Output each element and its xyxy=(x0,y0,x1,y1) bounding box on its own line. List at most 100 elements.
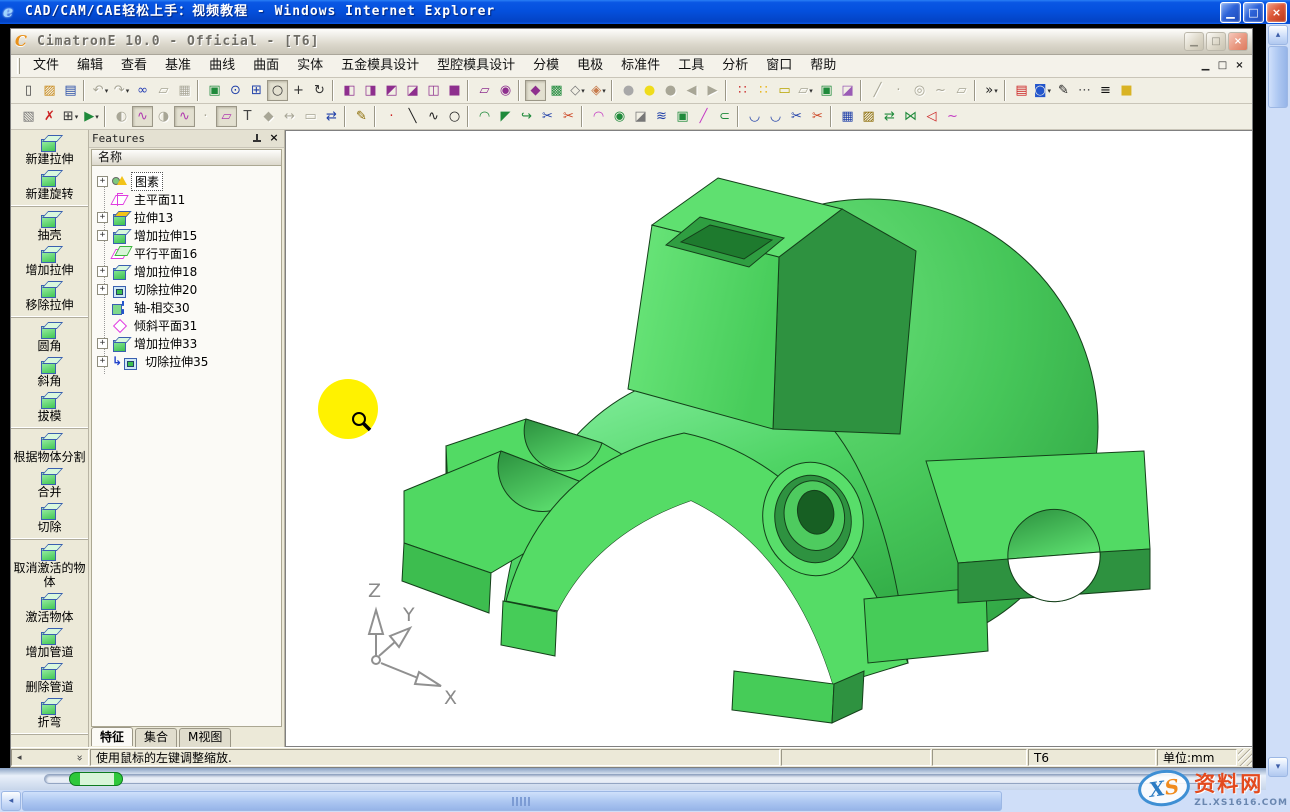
pan-icon[interactable]: + xyxy=(288,80,309,101)
view-top-icon[interactable]: ◩ xyxy=(381,80,402,101)
model-3d-view[interactable]: Z Y X xyxy=(286,131,1252,747)
expand-toggle-icon[interactable]: + xyxy=(97,176,108,187)
sketcher-frame-icon[interactable]: ▧ xyxy=(18,106,39,127)
tree-item-parallel-plane-16[interactable]: 平行平面16 xyxy=(96,244,281,262)
menu-view[interactable]: 查看 xyxy=(112,55,156,77)
tab-sets[interactable]: 集合 xyxy=(135,728,177,747)
app-minimize-button[interactable]: ▁ xyxy=(1184,32,1204,51)
transparent-display-icon[interactable]: ◈▾ xyxy=(588,80,609,101)
revolve-surface-icon[interactable]: ◉ xyxy=(609,106,630,127)
sidebar-item-fillet[interactable]: 圆角 xyxy=(11,319,88,354)
dropdown-arrow-icon[interactable]: ▾ xyxy=(1048,87,1052,95)
dropdown-arrow-icon[interactable]: ▾ xyxy=(602,87,606,95)
transform-move-icon[interactable]: ▦ xyxy=(837,106,858,127)
line-width-icon[interactable]: ≡ xyxy=(1095,80,1116,101)
sidebar-item-add-extrude[interactable]: 增加拉伸 xyxy=(11,243,88,278)
view-right-icon[interactable]: ◪ xyxy=(402,80,423,101)
expand-toggle-icon[interactable]: + xyxy=(97,266,108,277)
horizontal-scroll-thumb[interactable] xyxy=(22,791,1002,811)
view-front-icon[interactable]: ◨ xyxy=(360,80,381,101)
split-surface-icon[interactable]: ✂ xyxy=(786,106,807,127)
fill-color-icon[interactable]: ◙▾ xyxy=(1032,80,1053,101)
tree-item-sketch[interactable]: +图素 xyxy=(96,172,281,190)
tree-item-add-extrude-18[interactable]: +增加拉伸18 xyxy=(96,262,281,280)
sidebar-item-chamfer[interactable]: 斜角 xyxy=(11,354,88,389)
app-titlebar[interactable]: C CimatronE 10.0 - Official - [T6] ▁□× xyxy=(11,29,1252,55)
break-curve-icon[interactable]: ✂ xyxy=(558,106,579,127)
extend-curve-icon[interactable]: ↪ xyxy=(516,106,537,127)
stretch-tool-icon[interactable]: ◁ xyxy=(921,106,942,127)
expand-toggle-icon[interactable]: + xyxy=(97,284,108,295)
new-catalog-icon[interactable]: ▣ xyxy=(816,80,837,101)
app-maximize-button[interactable]: □ xyxy=(1206,32,1226,51)
tree-item-cut-extrude-35[interactable]: +↳切除拉伸35 xyxy=(96,352,281,370)
sidebar-item-deactivate-objects[interactable]: 取消激活的物体 xyxy=(11,541,88,590)
sidebar-item-add-pipe[interactable]: 增加管道 xyxy=(11,625,88,660)
more-tools-icon[interactable]: »▾ xyxy=(981,80,1002,101)
mirror-tool-icon[interactable]: ⋈ xyxy=(900,106,921,127)
tab-features[interactable]: 特征 xyxy=(91,727,133,746)
ie-horizontal-scrollbar[interactable]: ◂ xyxy=(0,790,1266,812)
sidebar-item-remove-pipe[interactable]: 删除管道 xyxy=(11,660,88,695)
drive-surface-icon[interactable]: ◠ xyxy=(588,106,609,127)
sidebar-item-trim-cut[interactable]: 切除 xyxy=(11,500,88,535)
menu-surface[interactable]: 曲面 xyxy=(244,55,288,77)
tree-column-header[interactable]: 名称 xyxy=(91,149,282,166)
light-off-icon[interactable]: ● xyxy=(618,80,639,101)
pick-color-icon[interactable]: ✎ xyxy=(1053,80,1074,101)
menu-hardware-mold-design[interactable]: 五金模具设计 xyxy=(332,55,428,77)
point-tool-icon[interactable]: · xyxy=(381,106,402,127)
expand-toggle-icon[interactable]: + xyxy=(97,212,108,223)
pipe-surface-icon[interactable]: ⊂ xyxy=(714,106,735,127)
dropdown-arrow-icon[interactable]: ▾ xyxy=(994,87,998,95)
textured-display-icon[interactable]: ▩ xyxy=(546,80,567,101)
grid-snap-icon[interactable]: ∷ xyxy=(753,80,774,101)
tree-item-add-extrude-15[interactable]: +增加拉伸15 xyxy=(96,226,281,244)
pick-filter-icon[interactable]: ⊞▾ xyxy=(60,106,81,127)
sidebar-scroll-more-icon[interactable]: » xyxy=(72,754,88,761)
sidebar-item-new-extrude[interactable]: 新建拉伸 xyxy=(11,132,88,167)
merge-surface-icon[interactable]: ✂ xyxy=(807,106,828,127)
tab-views[interactable]: M视图 xyxy=(179,728,231,747)
menu-datum[interactable]: 基准 xyxy=(156,55,200,77)
sidebar-item-new-revolve[interactable]: 新建旋转 xyxy=(11,167,88,202)
expand-toggle-icon[interactable]: + xyxy=(97,338,108,349)
ie-minimize-button[interactable]: ▁ xyxy=(1220,2,1241,23)
menu-tools[interactable]: 工具 xyxy=(669,55,713,77)
dropdown-arrow-icon[interactable]: ▾ xyxy=(809,87,813,95)
dynamic-zoom-icon[interactable]: ⊙ xyxy=(225,80,246,101)
menu-parting[interactable]: 分模 xyxy=(524,55,568,77)
save-icon[interactable]: ▤ xyxy=(60,80,81,101)
tree-item-tilt-plane-31[interactable]: 倾斜平面31 xyxy=(96,316,281,334)
view-bottom-icon[interactable]: ■ xyxy=(444,80,465,101)
dropdown-arrow-icon[interactable]: ▾ xyxy=(126,87,130,95)
sidebar-scroll-left-icon[interactable]: ◂ xyxy=(17,750,22,766)
glasses-view-icon[interactable]: ∞ xyxy=(132,80,153,101)
app-close-button[interactable]: × xyxy=(1228,32,1248,51)
menu-file[interactable]: 文件 xyxy=(24,55,68,77)
menu-curve[interactable]: 曲线 xyxy=(200,55,244,77)
menu-analysis[interactable]: 分析 xyxy=(713,55,757,77)
menu-help[interactable]: 帮助 xyxy=(801,55,845,77)
tree-item-axis-intersect-30[interactable]: 轴-相交30 xyxy=(96,298,281,316)
sketcher-icon[interactable]: ✎ xyxy=(351,106,372,127)
menu-standard-parts[interactable]: 标准件 xyxy=(612,55,669,77)
open-folder-icon[interactable]: ▨ xyxy=(39,80,60,101)
bounded-plane-icon[interactable]: ▣ xyxy=(672,106,693,127)
features-panel-close-icon[interactable]: × xyxy=(267,132,281,145)
mdi-minimize-button[interactable]: ▁ xyxy=(1197,59,1214,74)
trim-curve-icon[interactable]: ✂ xyxy=(537,106,558,127)
filter-text-icon[interactable]: T xyxy=(237,106,258,127)
pin-icon[interactable] xyxy=(251,133,263,145)
bend-tool-icon[interactable]: ~ xyxy=(942,106,963,127)
filter-planes-icon[interactable]: ▱ xyxy=(216,106,237,127)
menu-edit[interactable]: 编辑 xyxy=(68,55,112,77)
menu-window[interactable]: 窗口 xyxy=(757,55,801,77)
zoom-icon[interactable]: ○ xyxy=(267,80,288,101)
line-tool-icon[interactable]: ╲ xyxy=(402,106,423,127)
selection-swap-icon[interactable]: ⇄ xyxy=(321,106,342,127)
tree-item-extrude-13[interactable]: +拉伸13 xyxy=(96,208,281,226)
ie-maximize-button[interactable]: □ xyxy=(1243,2,1264,23)
zoom-by-box-icon[interactable]: ⊞ xyxy=(246,80,267,101)
shaded-display-icon[interactable]: ◆ xyxy=(525,80,546,101)
